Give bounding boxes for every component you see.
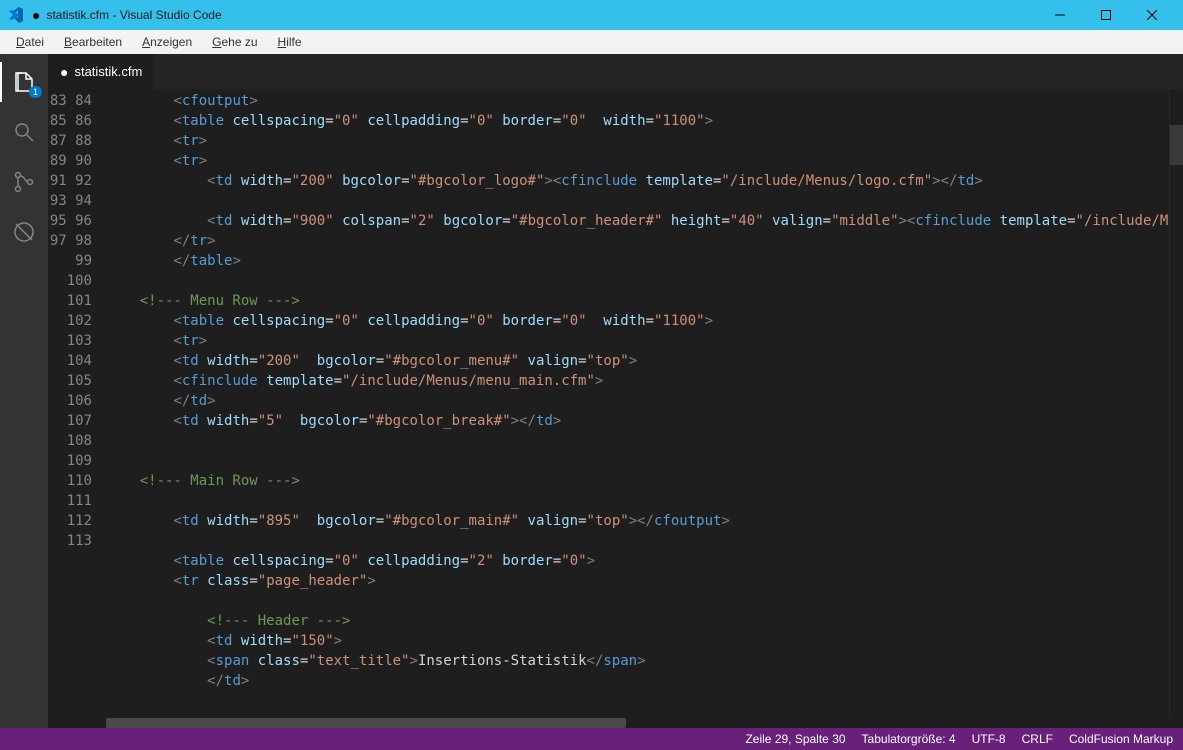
source-control-icon[interactable] (0, 162, 48, 202)
menu-item-datei[interactable]: Datei (8, 33, 52, 51)
horizontal-scrollbar-thumb[interactable] (106, 718, 626, 728)
menubar: DateiBearbeitenAnzeigenGehe zu Hilfe (0, 30, 1183, 54)
debug-icon[interactable] (0, 212, 48, 252)
search-icon[interactable] (0, 112, 48, 152)
editor[interactable]: 83 84 85 86 87 88 89 90 91 92 93 94 95 9… (48, 89, 1183, 718)
explorer-icon[interactable]: 1 (0, 62, 48, 102)
minimize-button[interactable] (1037, 0, 1083, 30)
status-eol[interactable]: CRLF (1022, 732, 1053, 746)
titlebar[interactable]: ● statistik.cfm - Visual Studio Code (0, 0, 1183, 30)
menu-item-gehe zu[interactable]: Gehe zu (204, 33, 265, 51)
status-position[interactable]: Zeile 29, Spalte 30 (745, 732, 845, 746)
window-title: statistik.cfm - Visual Studio Code (46, 8, 221, 22)
tab-statistik[interactable]: ● statistik.cfm (48, 54, 155, 89)
title-dirty-indicator: ● (32, 7, 40, 23)
status-language[interactable]: ColdFusion Markup (1069, 732, 1173, 746)
minimap[interactable] (1169, 89, 1183, 718)
statusbar: Zeile 29, Spalte 30 Tabulatorgröße: 4 UT… (0, 728, 1183, 750)
menu-item-hilfe[interactable]: Hilfe (270, 33, 310, 51)
vscode-icon (8, 7, 24, 23)
horizontal-scrollbar[interactable] (106, 718, 1169, 728)
editor-area: ● statistik.cfm 83 84 85 86 87 88 89 90 … (48, 54, 1183, 728)
status-encoding[interactable]: UTF-8 (972, 732, 1006, 746)
tab-dirty-indicator: ● (60, 64, 68, 80)
menu-item-anzeigen[interactable]: Anzeigen (134, 33, 200, 51)
activitybar: 1 (0, 54, 48, 728)
line-number-gutter: 83 84 85 86 87 88 89 90 91 92 93 94 95 9… (48, 89, 106, 718)
explorer-badge: 1 (29, 86, 42, 98)
menu-item-bearbeiten[interactable]: Bearbeiten (56, 33, 130, 51)
close-button[interactable] (1129, 0, 1175, 30)
status-tabsize[interactable]: Tabulatorgröße: 4 (862, 732, 956, 746)
tab-label: statistik.cfm (74, 64, 142, 79)
tab-bar: ● statistik.cfm (48, 54, 1183, 89)
code-content[interactable]: <cfoutput> <table cellspacing="0" cellpa… (106, 89, 1169, 718)
minimap-viewport[interactable] (1170, 125, 1183, 165)
maximize-button[interactable] (1083, 0, 1129, 30)
